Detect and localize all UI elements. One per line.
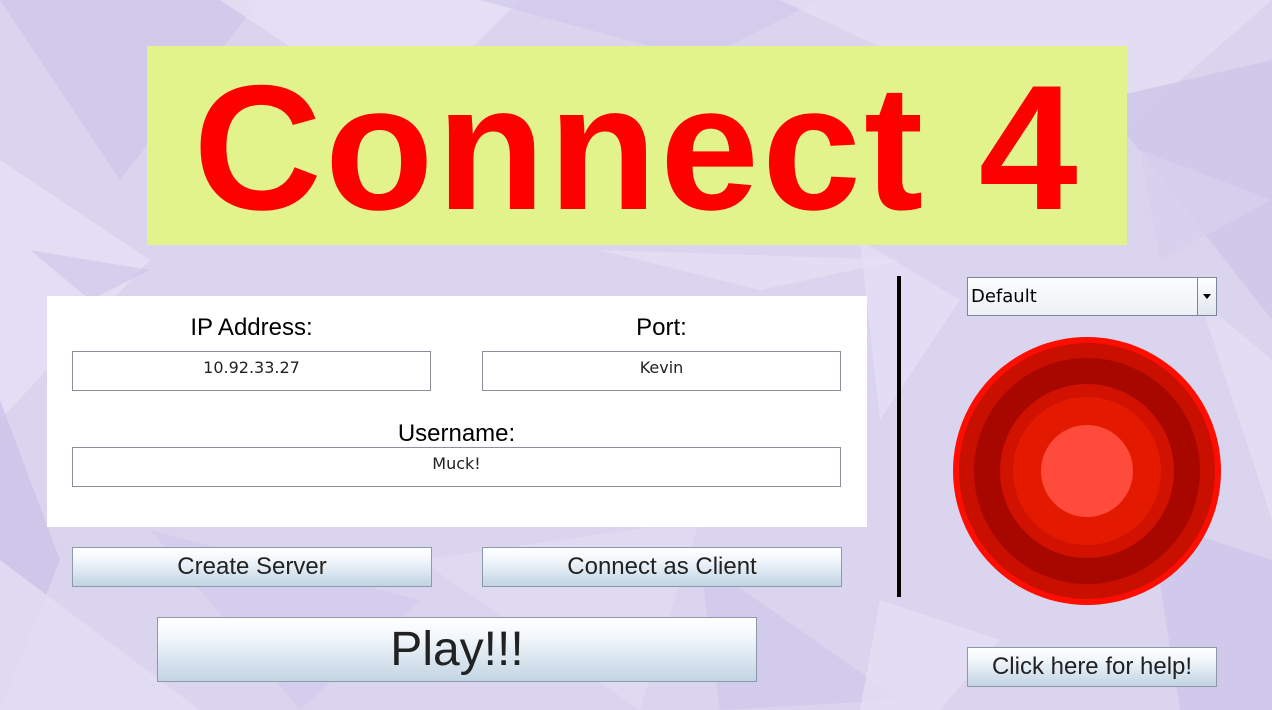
username-label: Username: [397,420,516,447]
play-button[interactable]: Play!!! [157,617,757,682]
chevron-down-icon[interactable] [1197,278,1216,315]
connect-as-client-button[interactable]: Connect as Client [482,547,842,587]
app-title: Connect 4 [193,47,1081,247]
red-disc-icon [953,337,1221,605]
vertical-divider [897,276,901,597]
port-label: Port: [636,314,687,341]
disc-center [1041,425,1133,517]
help-button[interactable]: Click here for help! [967,647,1217,687]
username-input[interactable]: Muck! [72,447,841,487]
port-input[interactable]: Kevin [482,351,841,391]
ip-address-input[interactable]: 10.92.33.27 [72,351,431,391]
connection-form: IP Address: 10.92.33.27 Port: Kevin User… [47,296,867,527]
ip-address-label: IP Address: [190,314,313,341]
title-banner: Connect 4 [147,46,1127,245]
theme-select-value: Default [971,286,1037,307]
theme-select[interactable]: Default [967,277,1217,316]
create-server-button[interactable]: Create Server [72,547,432,587]
